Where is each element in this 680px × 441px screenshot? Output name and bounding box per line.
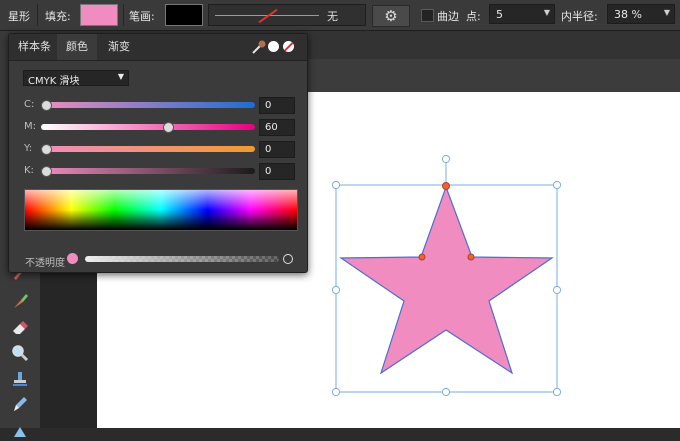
current-color-swatch bbox=[67, 253, 78, 264]
cyan-label: C: bbox=[24, 99, 35, 110]
yellow-value-field[interactable]: 0 bbox=[259, 141, 295, 158]
black-label: K: bbox=[24, 165, 34, 176]
color-mode-dropdown[interactable]: CMYK 滑块 ▼ bbox=[23, 70, 129, 87]
magenta-value-field[interactable]: 60 bbox=[259, 119, 295, 136]
yellow-label: Y: bbox=[24, 143, 33, 154]
magenta-slider-track[interactable] bbox=[41, 124, 255, 130]
tab-swatches[interactable]: 样本条 bbox=[9, 34, 60, 60]
resize-handle-right[interactable] bbox=[552, 285, 562, 295]
inner-radius-handle-right[interactable] bbox=[467, 253, 475, 261]
color-spectrum[interactable] bbox=[24, 189, 298, 231]
chevron-down-icon: ▼ bbox=[117, 72, 124, 81]
star-shape bbox=[339, 185, 554, 375]
cyan-slider-thumb[interactable] bbox=[41, 100, 52, 111]
yellow-slider-thumb[interactable] bbox=[41, 144, 52, 155]
black-slider-thumb[interactable] bbox=[41, 166, 52, 177]
inner-radius-handle-left[interactable] bbox=[418, 253, 426, 261]
tab-gradient[interactable]: 渐变 bbox=[99, 34, 139, 60]
opacity-slider-thumb[interactable] bbox=[283, 254, 293, 264]
magenta-label: M: bbox=[24, 121, 36, 132]
black-value-field[interactable]: 0 bbox=[259, 163, 295, 180]
yellow-slider-track[interactable] bbox=[41, 146, 255, 152]
resize-handle-bottom-left[interactable] bbox=[331, 387, 341, 397]
opacity-label: 不透明度 bbox=[25, 258, 65, 269]
color-panel-tabs: 样本条 颜色 渐变 bbox=[9, 34, 307, 61]
tab-color[interactable]: 颜色 bbox=[57, 34, 97, 60]
star-point-handle[interactable] bbox=[442, 182, 450, 190]
color-panel: 样本条 颜色 渐变 CMYK 滑块 ▼ C: 0 M: 60 Y: 0 K: 0… bbox=[8, 33, 308, 273]
rotation-handle[interactable] bbox=[441, 154, 451, 164]
resize-handle-bottom[interactable] bbox=[441, 387, 451, 397]
color-mode-value: CMYK 滑块 bbox=[28, 76, 80, 87]
opacity-slider-track[interactable] bbox=[85, 256, 279, 262]
resize-handle-bottom-right[interactable] bbox=[552, 387, 562, 397]
white-swatch[interactable] bbox=[268, 41, 279, 52]
black-slider-track[interactable] bbox=[41, 168, 255, 174]
resize-handle-top-left[interactable] bbox=[331, 180, 341, 190]
color-picker-icon[interactable] bbox=[251, 39, 267, 58]
resize-handle-top-right[interactable] bbox=[552, 180, 562, 190]
magenta-slider-thumb[interactable] bbox=[163, 122, 175, 133]
no-fill-icon[interactable] bbox=[283, 41, 294, 52]
cyan-value-field[interactable]: 0 bbox=[259, 97, 295, 114]
resize-handle-left[interactable] bbox=[331, 285, 341, 295]
cyan-slider-track[interactable] bbox=[41, 102, 255, 108]
